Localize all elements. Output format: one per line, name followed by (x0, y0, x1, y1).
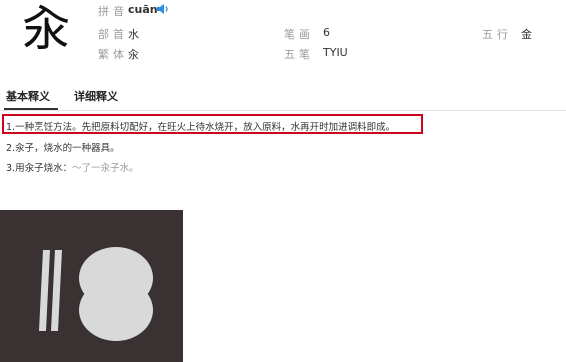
character-glyph: 汆 (21, 1, 70, 57)
definition-3-example: ～了一汆子水。 (72, 163, 139, 174)
character-box: 汆 (14, 0, 76, 62)
definition-2: 2.汆子，烧水的一种器具。 (6, 143, 120, 154)
strokes-value: 6 (323, 26, 330, 39)
traditional-label: 繁体 (98, 48, 128, 61)
bottom-circle-shape (79, 279, 153, 341)
wubi-value: TYIU (323, 46, 348, 59)
definition-tabs: 基本释义 详细释义 (0, 88, 566, 110)
tab-basic-definition[interactable]: 基本释义 (6, 88, 50, 104)
wuxing-value: 金 (521, 28, 532, 41)
photo-graphic (0, 210, 183, 362)
traditional-value: 汆 (128, 48, 139, 61)
definition-1: 1.一种烹饪方法。先把原料切配好，在旺火上待水烧开，放入原料，水再开时加进调料即… (6, 122, 396, 133)
wuxing-label: 五行 (482, 28, 512, 41)
radical-label: 部首 (98, 28, 128, 41)
pinyin-label: 拼音 (98, 5, 128, 18)
radical-value: 水 (128, 28, 139, 41)
tab-detailed-definition[interactable]: 详细释义 (74, 88, 118, 104)
pinyin-value: cuān (128, 3, 158, 16)
speaker-icon[interactable] (156, 3, 170, 15)
definition-3-text: 3.用汆子烧水： (6, 163, 73, 174)
definition-3: 3.用汆子烧水：～了一汆子水。 (6, 160, 139, 174)
tabs-divider (0, 110, 566, 111)
strokes-label: 笔画 (284, 28, 314, 41)
character-photo (0, 210, 183, 362)
wubi-label: 五笔 (284, 48, 314, 61)
